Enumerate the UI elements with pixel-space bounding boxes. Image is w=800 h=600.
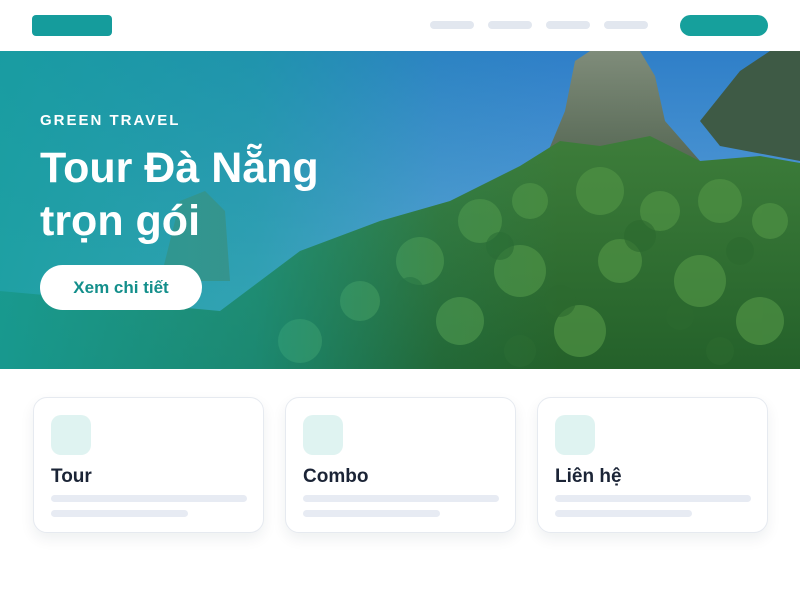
top-header — [0, 0, 800, 51]
card-icon-placeholder — [303, 415, 343, 455]
card-contact[interactable]: Liên hệ — [537, 397, 768, 533]
card-text-line — [51, 495, 247, 502]
card-text-line — [51, 510, 188, 517]
details-button[interactable]: Xem chi tiết — [40, 265, 202, 310]
card-text-line — [555, 495, 751, 502]
header-cta-button[interactable] — [680, 15, 768, 36]
card-text-line — [303, 510, 440, 517]
card-title: Liên hệ — [555, 466, 622, 487]
card-tour[interactable]: Tour — [33, 397, 264, 533]
card-icon-placeholder — [51, 415, 91, 455]
nav-item-3[interactable] — [546, 21, 590, 29]
hero-title: Tour Đà Nẵng trọn gói — [40, 144, 319, 245]
card-combo[interactable]: Combo — [285, 397, 516, 533]
logo-placeholder[interactable] — [32, 15, 112, 36]
hero-banner: GREEN TRAVEL Tour Đà Nẵng trọn gói Xem c… — [0, 51, 800, 369]
card-icon-placeholder — [555, 415, 595, 455]
nav-item-1[interactable] — [430, 21, 474, 29]
card-text-line — [555, 510, 692, 517]
card-text-line — [303, 495, 499, 502]
nav-item-2[interactable] — [488, 21, 532, 29]
nav-item-4[interactable] — [604, 21, 648, 29]
card-title: Combo — [303, 466, 369, 487]
hero-eyebrow: GREEN TRAVEL — [40, 112, 181, 129]
card-title: Tour — [51, 466, 92, 487]
